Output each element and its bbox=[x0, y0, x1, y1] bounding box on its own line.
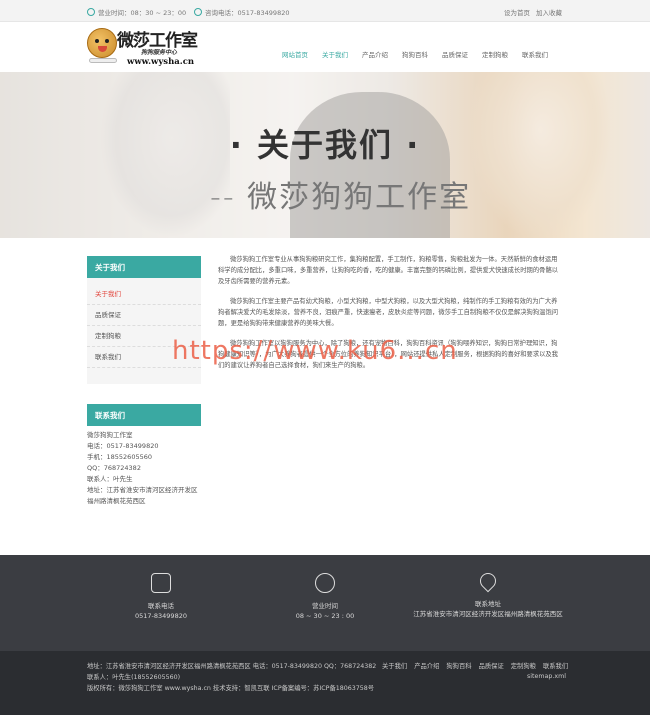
about-paragraph-1: 微莎狗狗工作室专业从事狗狗粮研究工作，集狗粮配置，手工制作，狗粮零售，狗粮批发为… bbox=[218, 256, 559, 285]
phone-text: 咨询电话：0517-83499820 bbox=[205, 9, 290, 17]
contact-details: 微莎狗狗工作室 电话：0517-83499820 手机：18552605560 … bbox=[87, 426, 201, 507]
footer-hours-value: 08 ~ 30 ~ 23 : 00 bbox=[295, 612, 355, 620]
footer-link-custom-food[interactable]: 定制狗粮 bbox=[511, 661, 536, 670]
set-home-link[interactable]: 设为首页 bbox=[504, 7, 530, 17]
nav-home[interactable]: 网站首页 bbox=[275, 49, 315, 59]
contact-address-2: 福州路清枫花苑西区 bbox=[87, 497, 146, 505]
banner-title: · 关于我们 · bbox=[229, 126, 421, 164]
location-pin-icon bbox=[476, 569, 500, 593]
hero-banner: · 关于我们 · -- 微莎狗狗工作室 bbox=[0, 72, 650, 238]
header: 微莎工作室 狗狗服务中心 www.wysha.cn 网站首页 关于我们 产品介绍… bbox=[0, 22, 650, 72]
nav-encyclopedia[interactable]: 狗狗百科 bbox=[395, 49, 435, 59]
footer-phone-label: 联系电话 bbox=[148, 602, 174, 610]
clock-icon bbox=[315, 573, 335, 593]
dog-logo-icon bbox=[87, 28, 117, 58]
about-paragraph-2: 微莎狗狗工作室主要产品有幼犬狗粮，小型犬狗粮，中型犬狗粮，以及大型犬狗粮，纯制作… bbox=[218, 298, 559, 327]
sidebar-contact: 联系我们 微莎狗狗工作室 电话：0517-83499820 手机：1855260… bbox=[87, 404, 201, 524]
nav-products[interactable]: 产品介绍 bbox=[355, 49, 395, 59]
hours-info: 营业时间：08：30 ~ 23：00 bbox=[87, 7, 186, 17]
footer-link-quality[interactable]: 品质保证 bbox=[479, 661, 504, 670]
hours-text: 营业时间：08：30 ~ 23：00 bbox=[98, 9, 187, 17]
footer-phone-value: 0517-83499820 bbox=[135, 612, 187, 620]
contact-company: 微莎狗狗工作室 bbox=[87, 431, 133, 439]
footer-link-products[interactable]: 产品介绍 bbox=[414, 661, 439, 670]
contact-person: 联系人：叶先生 bbox=[87, 475, 133, 483]
nav-quality[interactable]: 品质保证 bbox=[435, 49, 475, 59]
footer-contact-band: 联系电话 0517-83499820 营业时间 08 ~ 30 ~ 23 : 0… bbox=[0, 555, 650, 651]
footer-address: 联系地址 江苏省淮安市清河区经济开发区福州路清枫花苑西区 bbox=[403, 569, 573, 619]
footer-links: 关于我们 产品介绍 狗狗百科 品质保证 定制狗粮 联系我们 bbox=[382, 661, 568, 670]
contact-qq: QQ：768724382 bbox=[87, 464, 141, 472]
footer-address-label: 联系地址 bbox=[475, 600, 501, 608]
phone-info: 咨询电话：0517-83499820 bbox=[194, 7, 289, 17]
nav-contact[interactable]: 联系我们 bbox=[515, 49, 555, 59]
site-logo[interactable]: 微莎工作室 狗狗服务中心 www.wysha.cn bbox=[87, 26, 207, 70]
footer-info-line2: 版权所有：微莎狗狗工作室 www.wysha.cn 技术支持：智凯互联 ICP备… bbox=[87, 685, 375, 692]
logo-url: www.wysha.cn bbox=[127, 57, 195, 67]
footer-address-value: 江苏省淮安市清河区经济开发区福州路清枫花苑西区 bbox=[413, 610, 563, 618]
top-bar: 营业时间：08：30 ~ 23：00 咨询电话：0517-83499820 设为… bbox=[0, 0, 650, 22]
top-links: 设为首页 加入收藏 bbox=[504, 7, 562, 17]
sidebar-item-quality[interactable]: 品质保证 bbox=[87, 305, 201, 326]
sidebar-item-about[interactable]: 关于我们 bbox=[87, 284, 201, 305]
bone-icon bbox=[89, 58, 117, 63]
contact-phone: 电话：0517-83499820 bbox=[87, 442, 159, 450]
footer-hours-label: 营业时间 bbox=[312, 602, 338, 610]
banner-subtitle: -- 微莎狗狗工作室 bbox=[210, 180, 472, 215]
footer-hours: 营业时间 08 ~ 30 ~ 23 : 00 bbox=[240, 573, 410, 621]
add-favorite-link[interactable]: 加入收藏 bbox=[536, 7, 562, 17]
watermark-text: https://www.ku6...cn bbox=[172, 336, 458, 366]
main-nav: 网站首页 关于我们 产品介绍 狗狗百科 品质保证 定制狗粮 联系我们 bbox=[275, 49, 555, 59]
sitemap-link[interactable]: sitemap.xml bbox=[527, 673, 566, 680]
footer-link-contact[interactable]: 联系我们 bbox=[543, 661, 568, 670]
footer-info-line1: 地址：江苏省淮安市清河区经济开发区福州路清枫花苑西区 电话：0517-83499… bbox=[87, 663, 377, 681]
nav-custom-food[interactable]: 定制狗粮 bbox=[475, 49, 515, 59]
footer-link-encyclopedia[interactable]: 狗狗百科 bbox=[446, 661, 471, 670]
phone-icon bbox=[194, 8, 202, 16]
telephone-icon bbox=[151, 573, 171, 593]
sidebar-about-title: 关于我们 bbox=[87, 256, 201, 278]
footer-phone: 联系电话 0517-83499820 bbox=[76, 573, 246, 621]
nav-about[interactable]: 关于我们 bbox=[315, 49, 355, 59]
sidebar-contact-title: 联系我们 bbox=[87, 404, 201, 426]
contact-address-1: 地址：江苏省淮安市清河区经济开发区 bbox=[87, 486, 198, 494]
footer-bottom: 地址：江苏省淮安市清河区经济开发区福州路清枫花苑西区 电话：0517-83499… bbox=[0, 651, 650, 715]
clock-icon bbox=[87, 8, 95, 16]
contact-mobile: 手机：18552605560 bbox=[87, 453, 152, 461]
footer-info: 地址：江苏省淮安市清河区经济开发区福州路清枫花苑西区 电话：0517-83499… bbox=[87, 661, 377, 694]
footer-link-about[interactable]: 关于我们 bbox=[382, 661, 407, 670]
logo-slogan: 狗狗服务中心 bbox=[141, 49, 178, 56]
